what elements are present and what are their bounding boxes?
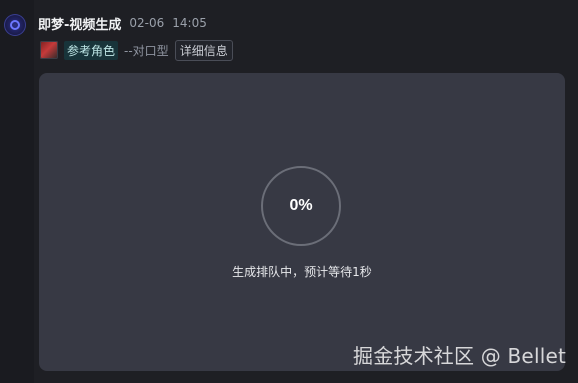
- message-header: 即梦-视频生成 02-06 14:05: [38, 15, 207, 33]
- reference-row: 参考角色 --对口型 详细信息: [40, 39, 233, 61]
- generation-status: 生成排队中，预计等待1秒: [232, 265, 372, 279]
- left-strip: [0, 0, 34, 383]
- reference-subtext: --对口型: [124, 43, 169, 58]
- message-time: 14:05: [172, 16, 207, 30]
- detail-button[interactable]: 详细信息: [174, 39, 233, 61]
- reference-label[interactable]: 参考角色: [64, 40, 119, 60]
- app-avatar-icon[interactable]: [4, 14, 26, 36]
- message-date: 02-06: [129, 16, 165, 30]
- progress-ring: 0%: [261, 166, 341, 246]
- message-title: 即梦-视频生成: [38, 17, 122, 33]
- reference-image-icon: [40, 41, 58, 59]
- progress-percent: 0%: [289, 197, 313, 214]
- watermark: 掘金技术社区 @ Bellet: [353, 344, 566, 368]
